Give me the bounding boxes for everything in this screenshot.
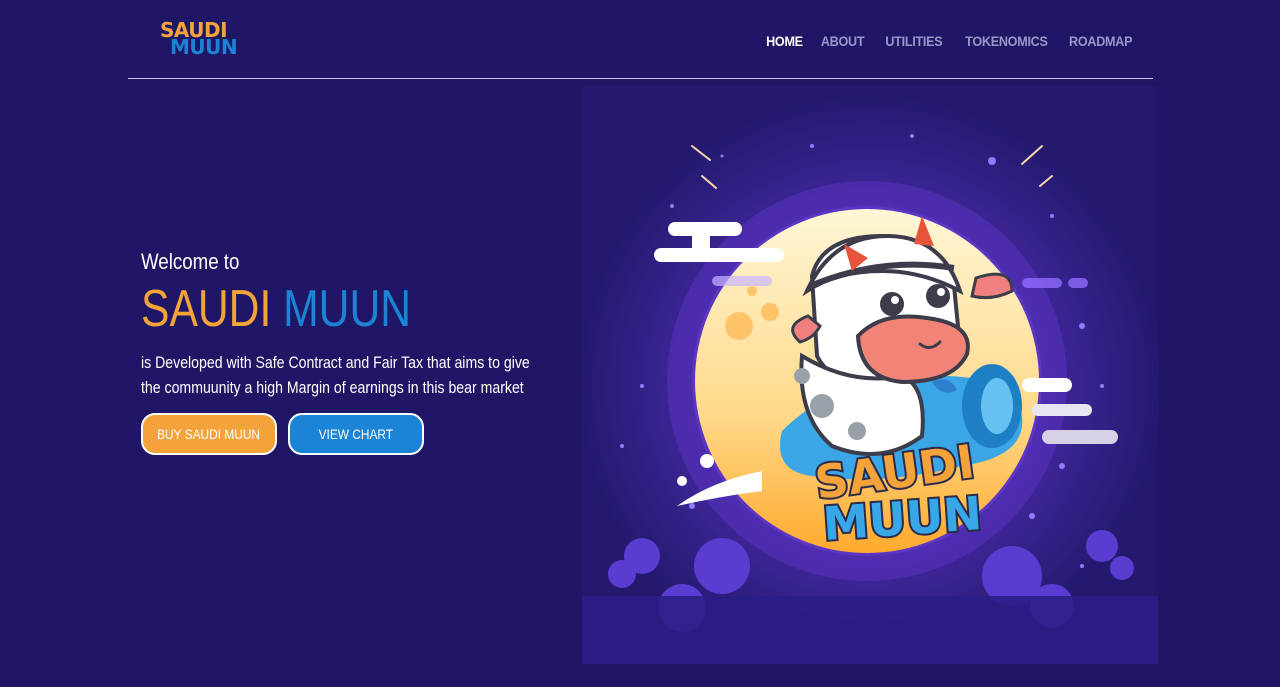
page: SAUDI MUUN HOME ABOUT UTILITIES TOKENOMI… [0,0,1280,687]
view-chart-button-label: VIEW CHART [318,426,394,442]
nav-item-tokenomics[interactable]: TOKENOMICS [965,33,1048,49]
welcome-text: Welcome to [141,249,240,274]
hero-title: SAUDI MUUN [141,283,411,335]
hero-title-part2: MUUN [283,280,412,338]
logo[interactable]: SAUDI MUUN [160,20,260,60]
nav-item-roadmap[interactable]: ROADMAP [1069,33,1132,49]
nav-item-utilities[interactable]: UTILITIES [885,33,942,49]
view-chart-button[interactable]: VIEW CHART [288,413,424,455]
nav-item-about[interactable]: ABOUT [821,33,865,49]
buy-button-label: BUY SAUDI MUUN [157,426,261,442]
main-nav: HOME ABOUT UTILITIES TOKENOMICS ROADMAP [762,33,1133,49]
header-divider [128,78,1153,79]
illustration-text-line2: MUUN [821,486,983,551]
hero-title-part1: SAUDI [141,280,272,338]
hero-description: is Developed with Safe Contract and Fair… [141,353,530,397]
mascot-illustration: SAUDI MUUN [582,86,1158,664]
buy-button[interactable]: BUY SAUDI MUUN [141,413,277,455]
nav-item-home[interactable]: HOME [766,33,803,49]
logo-line2: MUUN [170,35,238,59]
